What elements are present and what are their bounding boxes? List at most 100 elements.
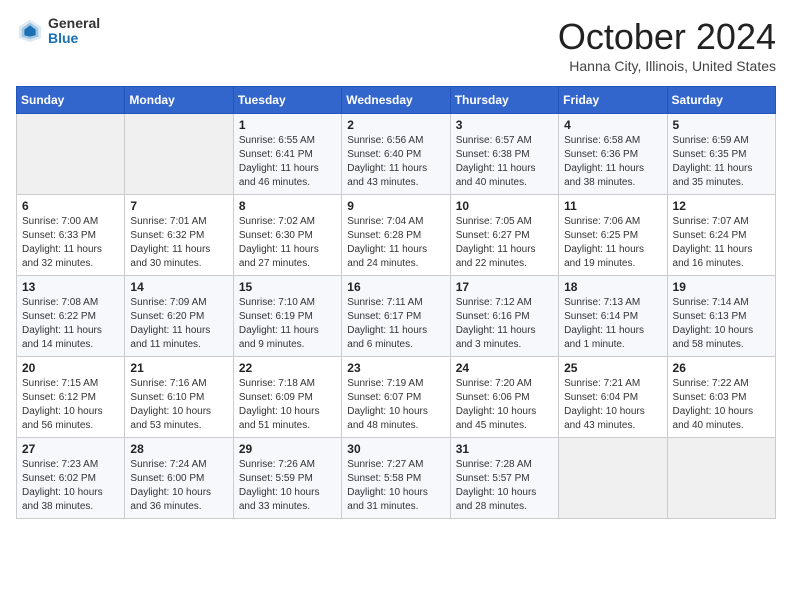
day-info: Sunrise: 7:11 AM Sunset: 6:17 PM Dayligh… [347,296,444,352]
logo-icon [16,17,44,45]
day-number: 18 [564,280,661,294]
weekday-header-monday: Monday [125,87,233,114]
day-info: Sunrise: 7:21 AM Sunset: 6:04 PM Dayligh… [564,377,661,433]
day-number: 29 [239,442,336,456]
calendar-cell: 25Sunrise: 7:21 AM Sunset: 6:04 PM Dayli… [559,357,667,438]
day-info: Sunrise: 7:23 AM Sunset: 6:02 PM Dayligh… [22,458,119,514]
calendar-cell: 10Sunrise: 7:05 AM Sunset: 6:27 PM Dayli… [450,195,558,276]
day-number: 20 [22,361,119,375]
day-number: 13 [22,280,119,294]
day-number: 15 [239,280,336,294]
calendar-cell [125,114,233,195]
day-number: 1 [239,118,336,132]
calendar-cell: 24Sunrise: 7:20 AM Sunset: 6:06 PM Dayli… [450,357,558,438]
calendar-cell: 17Sunrise: 7:12 AM Sunset: 6:16 PM Dayli… [450,276,558,357]
day-info: Sunrise: 7:16 AM Sunset: 6:10 PM Dayligh… [130,377,227,433]
calendar-week-4: 20 Sunrise: 7:15 AM Sunset: 6:12 PM Dayli… [17,357,776,438]
day-info: Sunrise: 7:06 AM Sunset: 6:25 PM Dayligh… [564,215,661,271]
month-title: October 2024 [558,16,776,58]
calendar-cell: 18 Sunrise: 7:13 AM Sunset: 6:14 PM Dayli… [559,276,667,357]
weekday-header-thursday: Thursday [450,87,558,114]
calendar-cell: 6 Sunrise: 7:00 AM Sunset: 6:33 PM Daylig… [17,195,125,276]
day-info: Sunrise: 7:02 AM Sunset: 6:30 PM Dayligh… [239,215,336,271]
calendar-cell [559,438,667,519]
day-info: Sunrise: 6:58 AM Sunset: 6:36 PM Dayligh… [564,134,661,190]
calendar-cell: 14 Sunrise: 7:09 AM Sunset: 6:20 PM Dayli… [125,276,233,357]
day-number: 14 [130,280,227,294]
calendar-cell: 12Sunrise: 7:07 AM Sunset: 6:24 PM Dayli… [667,195,775,276]
weekday-header-saturday: Saturday [667,87,775,114]
calendar-cell: 22Sunrise: 7:18 AM Sunset: 6:09 PM Dayli… [233,357,341,438]
logo: General Blue [16,16,100,47]
day-number: 19 [673,280,770,294]
day-info: Sunrise: 6:59 AM Sunset: 6:35 PM Dayligh… [673,134,770,190]
day-number: 26 [673,361,770,375]
day-info: Sunrise: 7:26 AM Sunset: 5:59 PM Dayligh… [239,458,336,514]
calendar-cell: 21 Sunrise: 7:16 AM Sunset: 6:10 PM Dayli… [125,357,233,438]
day-info: Sunrise: 7:15 AM Sunset: 6:12 PM Dayligh… [22,377,119,433]
day-number: 8 [239,199,336,213]
day-info: Sunrise: 6:56 AM Sunset: 6:40 PM Dayligh… [347,134,444,190]
day-info: Sunrise: 7:01 AM Sunset: 6:32 PM Dayligh… [130,215,227,271]
day-number: 6 [22,199,119,213]
logo-blue-text: Blue [48,31,100,46]
day-number: 4 [564,118,661,132]
calendar-cell: 15 Sunrise: 7:10 AM Sunset: 6:19 PM Dayli… [233,276,341,357]
logo-text: General Blue [48,16,100,47]
day-info: Sunrise: 7:07 AM Sunset: 6:24 PM Dayligh… [673,215,770,271]
calendar-table: SundayMondayTuesdayWednesdayThursdayFrid… [16,86,776,519]
day-info: Sunrise: 7:00 AM Sunset: 6:33 PM Dayligh… [22,215,119,271]
calendar-cell: 26 Sunrise: 7:22 AM Sunset: 6:03 PM Dayli… [667,357,775,438]
calendar-week-1: 1 Sunrise: 6:55 AM Sunset: 6:41 PM Daylig… [17,114,776,195]
day-info: Sunrise: 6:55 AM Sunset: 6:41 PM Dayligh… [239,134,336,190]
day-number: 3 [456,118,553,132]
day-number: 21 [130,361,227,375]
day-number: 10 [456,199,553,213]
calendar-cell: 8 Sunrise: 7:02 AM Sunset: 6:30 PM Daylig… [233,195,341,276]
day-info: Sunrise: 7:08 AM Sunset: 6:22 PM Dayligh… [22,296,119,352]
calendar-cell: 28Sunrise: 7:24 AM Sunset: 6:00 PM Dayli… [125,438,233,519]
calendar-week-5: 27 Sunrise: 7:23 AM Sunset: 6:02 PM Dayli… [17,438,776,519]
calendar-cell: 27 Sunrise: 7:23 AM Sunset: 6:02 PM Dayli… [17,438,125,519]
day-info: Sunrise: 7:24 AM Sunset: 6:00 PM Dayligh… [130,458,227,514]
calendar-cell: 16Sunrise: 7:11 AM Sunset: 6:17 PM Dayli… [342,276,450,357]
day-info: Sunrise: 7:27 AM Sunset: 5:58 PM Dayligh… [347,458,444,514]
day-info: Sunrise: 7:14 AM Sunset: 6:13 PM Dayligh… [673,296,770,352]
calendar-cell: 7 Sunrise: 7:01 AM Sunset: 6:32 PM Daylig… [125,195,233,276]
weekday-header-sunday: Sunday [17,87,125,114]
day-info: Sunrise: 7:22 AM Sunset: 6:03 PM Dayligh… [673,377,770,433]
day-number: 7 [130,199,227,213]
day-info: Sunrise: 7:13 AM Sunset: 6:14 PM Dayligh… [564,296,661,352]
day-number: 9 [347,199,444,213]
day-info: Sunrise: 7:19 AM Sunset: 6:07 PM Dayligh… [347,377,444,433]
weekday-header-wednesday: Wednesday [342,87,450,114]
day-number: 23 [347,361,444,375]
day-info: Sunrise: 7:20 AM Sunset: 6:06 PM Dayligh… [456,377,553,433]
day-info: Sunrise: 7:09 AM Sunset: 6:20 PM Dayligh… [130,296,227,352]
day-info: Sunrise: 7:10 AM Sunset: 6:19 PM Dayligh… [239,296,336,352]
day-info: Sunrise: 7:12 AM Sunset: 6:16 PM Dayligh… [456,296,553,352]
day-number: 27 [22,442,119,456]
day-number: 30 [347,442,444,456]
calendar-cell: 29 Sunrise: 7:26 AM Sunset: 5:59 PM Dayli… [233,438,341,519]
calendar-cell: 11Sunrise: 7:06 AM Sunset: 6:25 PM Dayli… [559,195,667,276]
calendar-cell: 19 Sunrise: 7:14 AM Sunset: 6:13 PM Dayli… [667,276,775,357]
calendar-cell: 9Sunrise: 7:04 AM Sunset: 6:28 PM Daylig… [342,195,450,276]
calendar-cell: 1 Sunrise: 6:55 AM Sunset: 6:41 PM Daylig… [233,114,341,195]
weekday-header-tuesday: Tuesday [233,87,341,114]
calendar-cell [17,114,125,195]
location-label: Hanna City, Illinois, United States [558,58,776,74]
calendar-header-row: SundayMondayTuesdayWednesdayThursdayFrid… [17,87,776,114]
calendar-week-3: 13 Sunrise: 7:08 AM Sunset: 6:22 PM Dayli… [17,276,776,357]
calendar-cell: 20 Sunrise: 7:15 AM Sunset: 6:12 PM Dayli… [17,357,125,438]
page-header: General Blue October 2024 Hanna City, Il… [16,16,776,74]
day-number: 22 [239,361,336,375]
calendar-cell: 2Sunrise: 6:56 AM Sunset: 6:40 PM Daylig… [342,114,450,195]
calendar-cell: 23 Sunrise: 7:19 AM Sunset: 6:07 PM Dayli… [342,357,450,438]
day-info: Sunrise: 6:57 AM Sunset: 6:38 PM Dayligh… [456,134,553,190]
day-number: 5 [673,118,770,132]
calendar-week-2: 6 Sunrise: 7:00 AM Sunset: 6:33 PM Daylig… [17,195,776,276]
title-section: October 2024 Hanna City, Illinois, Unite… [558,16,776,74]
logo-general-text: General [48,16,100,31]
calendar-cell: 30 Sunrise: 7:27 AM Sunset: 5:58 PM Dayli… [342,438,450,519]
